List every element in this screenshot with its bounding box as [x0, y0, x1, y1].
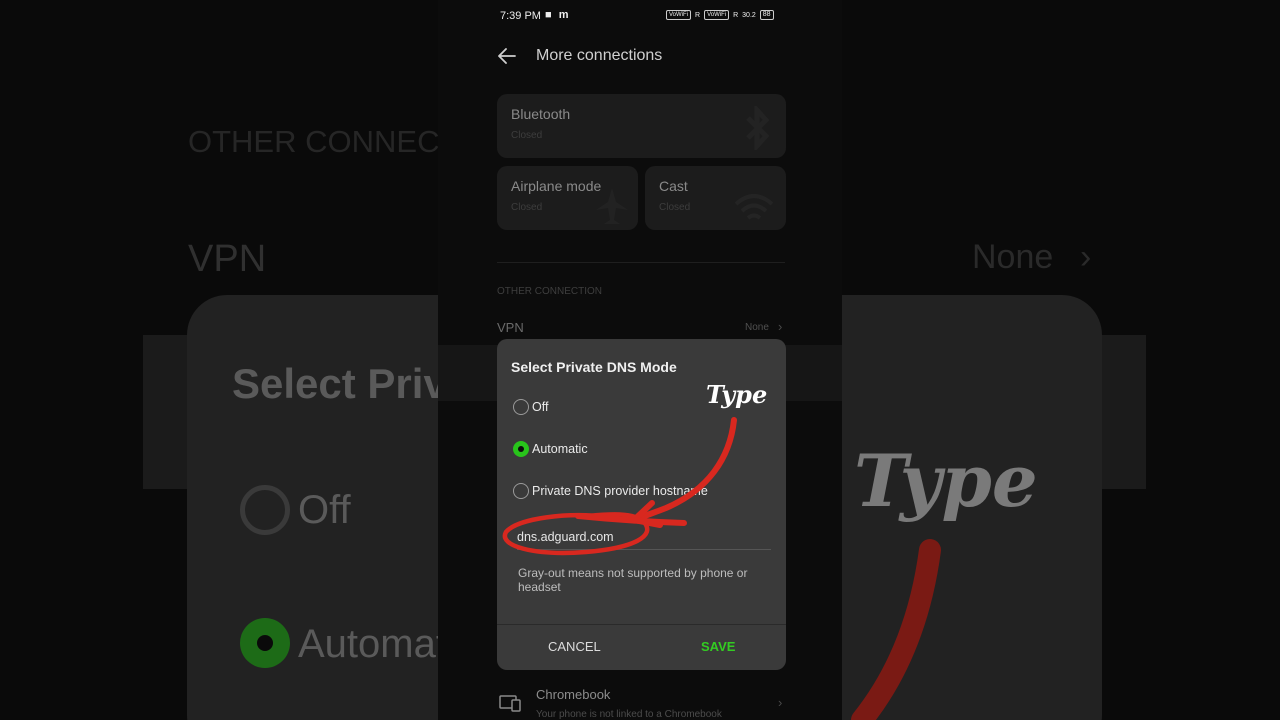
- bg-annotation: Type: [854, 438, 1038, 523]
- cast-tile[interactable]: Cast Closed: [645, 166, 786, 230]
- background-left: OTHER CONNECT VPN Select Priva Off Autom…: [0, 0, 438, 720]
- m-icon: m: [558, 9, 569, 21]
- page-title: More connections: [536, 47, 663, 64]
- vowifi-tag-2: VoWiFi: [704, 10, 730, 20]
- video-icon: ■: [545, 9, 552, 21]
- radio-off[interactable]: [513, 399, 529, 415]
- bg-radio-off: [240, 485, 290, 535]
- cancel-button[interactable]: CANCEL: [548, 639, 601, 654]
- vowifi-tag-1: VoWiFi: [666, 10, 692, 20]
- chromebook-icon: [499, 695, 521, 712]
- vpn-label[interactable]: VPN: [497, 320, 524, 335]
- annotation-text: Type: [706, 380, 768, 409]
- save-button[interactable]: SAVE: [701, 639, 735, 654]
- status-right: VoWiFi R VoWiFi R 30.2 88: [666, 10, 774, 20]
- network-speed: 30.2: [742, 11, 756, 19]
- cast-icon: [734, 194, 774, 220]
- bg-vpn-value: None: [972, 238, 1054, 276]
- bg-red-stroke: [851, 539, 941, 720]
- background-right: None › Type: [842, 0, 1280, 720]
- hint-text: Gray-out means not supported by phone or…: [518, 566, 748, 594]
- chevron-right-icon: ›: [778, 319, 783, 334]
- bg-section-label: OTHER CONNECT: [188, 124, 438, 159]
- radio-automatic[interactable]: [513, 441, 529, 457]
- header: More connections: [496, 42, 662, 70]
- dialog-title: Select Private DNS Mode: [511, 359, 677, 375]
- airplane-icon: [596, 188, 628, 224]
- bluetooth-title: Bluetooth: [511, 106, 571, 122]
- bg-auto-label: Automat: [298, 622, 438, 666]
- bg-chevron-icon: ›: [1080, 238, 1092, 276]
- dns-hostname-input[interactable]: [517, 524, 771, 550]
- option-automatic[interactable]: Automatic: [513, 439, 588, 459]
- bg-vpn-label: VPN: [188, 238, 267, 280]
- divider: [497, 262, 785, 263]
- status-bar: 7:39 PM ■ m VoWiFi R VoWiFi R 30.2 88: [438, 0, 842, 32]
- chromebook-chevron-icon: ›: [778, 695, 783, 710]
- bluetooth-status: Closed: [511, 130, 543, 141]
- back-arrow-icon[interactable]: [496, 45, 518, 67]
- dialog-separator: [497, 624, 786, 625]
- bg-off-label: Off: [298, 488, 351, 532]
- chromebook-title[interactable]: Chromebook: [536, 687, 610, 702]
- radio-hostname[interactable]: [513, 483, 529, 499]
- option-off-label: Off: [532, 400, 549, 414]
- option-hostname[interactable]: Private DNS provider hostname: [513, 481, 708, 501]
- bluetooth-icon: [746, 106, 770, 150]
- option-off[interactable]: Off: [513, 397, 548, 417]
- airplane-tile[interactable]: Airplane mode Closed: [497, 166, 638, 230]
- signal-icon-2: R: [733, 11, 739, 19]
- bg-dialog-title: Select Priva: [232, 360, 438, 407]
- option-hostname-label: Private DNS provider hostname: [532, 484, 708, 498]
- vpn-value: None: [745, 322, 769, 333]
- chromebook-subtitle: Your phone is not linked to a Chromebook: [536, 709, 722, 720]
- option-automatic-label: Automatic: [532, 442, 588, 456]
- section-label: OTHER CONNECTION: [497, 286, 602, 297]
- bg-radio-auto: [240, 618, 290, 668]
- status-time: 7:39 PM: [500, 10, 541, 22]
- battery-icon: 88: [759, 10, 774, 20]
- phone-screen: 7:39 PM ■ m VoWiFi R VoWiFi R 30.2 88 Mo…: [438, 0, 842, 720]
- bluetooth-tile[interactable]: Bluetooth Closed: [497, 94, 786, 158]
- signal-icon-1: R: [695, 11, 701, 19]
